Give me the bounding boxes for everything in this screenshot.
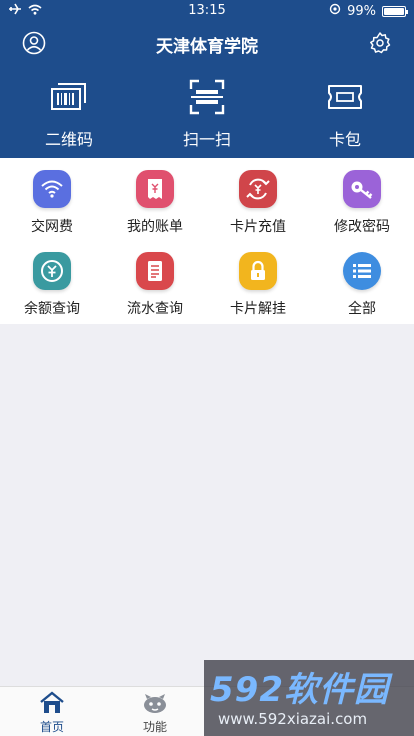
service-label: 卡片充值	[230, 219, 286, 235]
key-icon	[343, 170, 381, 208]
card-wallet-label: 卡包	[328, 130, 361, 149]
watermark-overlay: 592软件园 www.592xiazai.com	[204, 660, 414, 736]
scan-button[interactable]: 扫一扫	[147, 77, 267, 150]
tab-function-label: 功能	[142, 720, 167, 734]
service-label: 修改密码	[334, 219, 390, 235]
home-icon	[0, 687, 104, 715]
watermark-url: www.592xiazai.com	[218, 710, 368, 728]
balance-icon	[33, 252, 71, 290]
function-icon	[103, 687, 207, 715]
qr-code-button[interactable]: 二维码	[9, 77, 129, 150]
list-icon	[343, 252, 381, 290]
page-title: 天津体育学院	[156, 37, 258, 57]
watermark-brand: 592软件园	[210, 670, 389, 710]
scan-label: 扫一扫	[182, 130, 231, 149]
service-label: 全部	[348, 301, 376, 317]
services-grid: 交网费 我的账单 卡片充值 修改密码 余额查询 流水查询 卡片解挂 全部	[0, 158, 414, 324]
ticket-icon	[285, 77, 405, 117]
service-label: 余额查询	[24, 301, 80, 317]
tab-function[interactable]: 功能	[103, 687, 207, 735]
service-all[interactable]: 全部	[310, 252, 414, 318]
service-balance-inquiry[interactable]: 余额查询	[0, 252, 104, 318]
service-transaction-inquiry[interactable]: 流水查询	[103, 252, 207, 318]
lock-icon	[239, 252, 277, 290]
status-bar: 13:15 99%	[0, 0, 414, 22]
wifi-icon	[33, 170, 71, 208]
service-my-bill[interactable]: 我的账单	[103, 170, 207, 236]
battery-fill	[384, 7, 404, 15]
service-change-password[interactable]: 修改密码	[310, 170, 414, 236]
battery-icon	[382, 5, 408, 17]
orientation-lock-icon	[329, 3, 341, 19]
barcode-icon	[9, 77, 129, 117]
scan-icon	[147, 77, 267, 117]
service-card-recharge[interactable]: 卡片充值	[206, 170, 310, 236]
battery-percent: 99%	[347, 3, 376, 19]
tab-home[interactable]: 首页	[0, 687, 104, 735]
service-card-unfreeze[interactable]: 卡片解挂	[206, 252, 310, 318]
service-label: 我的账单	[127, 219, 183, 235]
status-right: 99%	[329, 3, 408, 19]
service-network-fee[interactable]: 交网费	[0, 170, 104, 236]
settings-button[interactable]	[368, 31, 392, 55]
service-label: 交网费	[31, 219, 73, 235]
service-label: 流水查询	[127, 301, 183, 317]
card-wallet-button[interactable]: 卡包	[285, 77, 405, 150]
recharge-icon	[239, 170, 277, 208]
tab-home-label: 首页	[39, 720, 64, 734]
document-icon	[136, 252, 174, 290]
app-header: 天津体育学院 二维码 扫一扫 卡包	[0, 22, 414, 158]
service-label: 卡片解挂	[230, 301, 286, 317]
receipt-icon	[136, 170, 174, 208]
gear-icon	[370, 32, 391, 54]
qr-code-label: 二维码	[44, 130, 93, 149]
